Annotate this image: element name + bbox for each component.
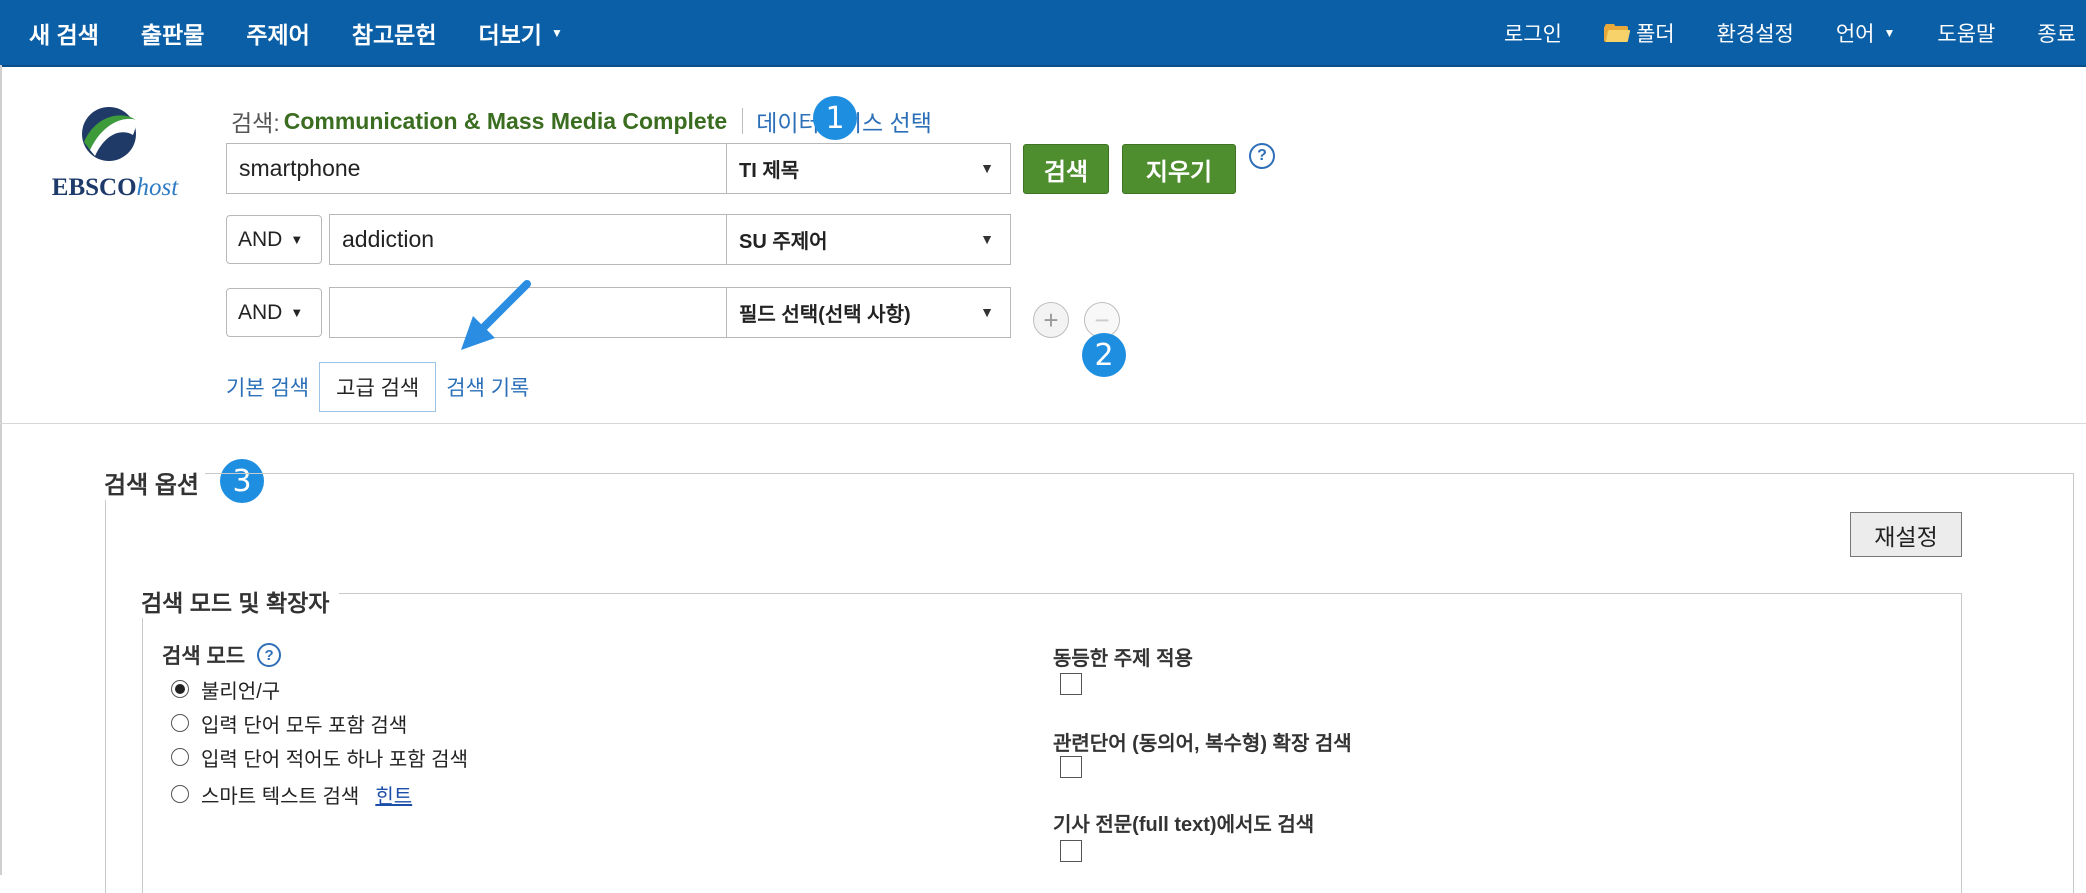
nav-more[interactable]: 더보기 ▼: [478, 16, 562, 50]
database-name: Communication & Mass Media Complete: [283, 107, 728, 134]
search-modes-title: 검색 모드 및 확장자: [137, 584, 340, 618]
related-words-label: 관련단어 (동의어, 복수형) 확장 검색: [1053, 733, 1352, 755]
dropdown-arrow-icon: ▼: [980, 231, 994, 247]
ebsco-logo-mark-icon: [82, 107, 136, 161]
nav-login[interactable]: 로그인: [1504, 18, 1562, 48]
tab-advanced-search[interactable]: 고급 검색: [319, 362, 437, 412]
boolean-operator-select-2[interactable]: AND ▼: [226, 215, 322, 264]
nav-help[interactable]: 도움말: [1937, 18, 1995, 48]
radio-label: 스마트 텍스트 검색: [201, 785, 360, 808]
full-text-search-label: 기사 전문(full text)에서도 검색: [1053, 814, 1315, 836]
search-options-title: 검색 옵션: [100, 465, 205, 500]
boolean-operator-select-3[interactable]: AND ▼: [226, 288, 322, 337]
nav-preferences[interactable]: 환경설정: [1717, 18, 1794, 48]
badge-1: 1: [813, 96, 857, 140]
field-select-label: 필드 선택(선택 사항): [739, 304, 911, 326]
pointer-arrow-icon: [461, 280, 531, 350]
related-words-checkbox[interactable]: [1060, 756, 1082, 778]
badge-2: 2: [1082, 333, 1126, 377]
radio-label: 불리언/구: [201, 680, 281, 703]
boolean-operator-label: AND: [238, 300, 283, 324]
search-mode-label: 검색 모드 ?: [162, 640, 282, 670]
tab-basic-search[interactable]: 기본 검색: [226, 372, 309, 402]
nav-publications[interactable]: 출판물: [141, 16, 204, 50]
nav-folder[interactable]: 폴더: [1603, 18, 1675, 48]
search-term-input-1[interactable]: smartphone: [226, 143, 727, 194]
nav-references[interactable]: 참고문헌: [352, 16, 437, 50]
nav-left: 새 검색 출판물 주제어 참고문헌 더보기 ▼: [29, 0, 563, 65]
radio-boolean-phrase[interactable]: 불리언/구: [171, 673, 280, 705]
search-mode-text: 검색 모드: [162, 645, 246, 668]
radio-find-all-terms[interactable]: 입력 단어 모두 포함 검색: [171, 707, 407, 739]
nav-right: 로그인 폴더 환경설정 언어 ▼ 도움말 종료: [1504, 0, 2086, 65]
folder-icon: [1603, 23, 1631, 42]
field-select-label: SU 주제어: [739, 231, 828, 253]
dropdown-arrow-icon: ▼: [980, 304, 994, 320]
reset-button[interactable]: 재설정: [1850, 512, 1962, 557]
caret-down-icon: ▼: [550, 25, 563, 40]
full-text-search-checkbox[interactable]: [1060, 840, 1082, 862]
radio-label: 입력 단어 적어도 하나 포함 검색: [201, 748, 468, 771]
clear-button[interactable]: 지우기: [1122, 144, 1236, 194]
ebscohost-logo[interactable]: EBSCOhost: [40, 104, 190, 206]
field-select-1[interactable]: TI 제목 ▼: [726, 143, 1011, 194]
logo-text: EBSCOhost: [51, 174, 179, 201]
add-row-plus-icon[interactable]: +: [1033, 302, 1069, 338]
radio-find-any-terms[interactable]: 입력 단어 적어도 하나 포함 검색: [171, 741, 468, 773]
nav-language-label: 언어: [1835, 22, 1875, 46]
field-select-3[interactable]: 필드 선택(선택 사항) ▼: [726, 287, 1011, 338]
search-label: 검색:: [231, 110, 280, 136]
radio-smart-text[interactable]: 스마트 텍스트 검색 힌트: [171, 778, 412, 810]
dropdown-arrow-icon: ▼: [980, 160, 994, 176]
field-select-2[interactable]: SU 주제어 ▼: [726, 214, 1011, 265]
search-tabs: 기본 검색 고급 검색 검색 기록: [226, 362, 529, 412]
top-nav-bar: 새 검색 출판물 주제어 참고문헌 더보기 ▼ 로그인 폴더 환경설정 언어 ▼…: [0, 0, 2086, 67]
search-term-input-2[interactable]: addiction: [329, 214, 727, 265]
nav-more-label: 더보기: [478, 21, 542, 48]
hint-link[interactable]: 힌트: [375, 780, 412, 809]
search-button[interactable]: 검색: [1023, 144, 1109, 194]
nav-new-search[interactable]: 새 검색: [29, 16, 99, 50]
separator: [742, 108, 744, 134]
left-border: [0, 65, 2, 875]
radio-button[interactable]: [171, 680, 189, 698]
field-select-label: TI 제목: [739, 160, 800, 182]
boolean-operator-label: AND: [238, 227, 283, 251]
radio-label: 입력 단어 모두 포함 검색: [201, 714, 408, 737]
tab-search-history[interactable]: 검색 기록: [446, 372, 529, 402]
nav-folder-label: 폴더: [1635, 22, 1675, 46]
radio-button[interactable]: [171, 714, 189, 732]
nav-subjects[interactable]: 주제어: [246, 16, 309, 50]
caret-down-icon: ▼: [1883, 25, 1896, 40]
help-icon[interactable]: ?: [257, 643, 282, 667]
section-divider: [0, 423, 2086, 424]
nav-exit[interactable]: 종료: [2037, 18, 2076, 48]
radio-button[interactable]: [171, 785, 189, 803]
nav-language[interactable]: 언어 ▼: [1836, 18, 1896, 48]
apply-equivalent-subjects-label: 동등한 주제 적용: [1053, 648, 1193, 670]
dropdown-arrow-icon: ▼: [290, 232, 304, 247]
dropdown-arrow-icon: ▼: [290, 305, 304, 320]
apply-equivalent-subjects-checkbox[interactable]: [1060, 673, 1082, 695]
help-icon[interactable]: ?: [1249, 143, 1275, 169]
radio-button[interactable]: [171, 748, 189, 766]
